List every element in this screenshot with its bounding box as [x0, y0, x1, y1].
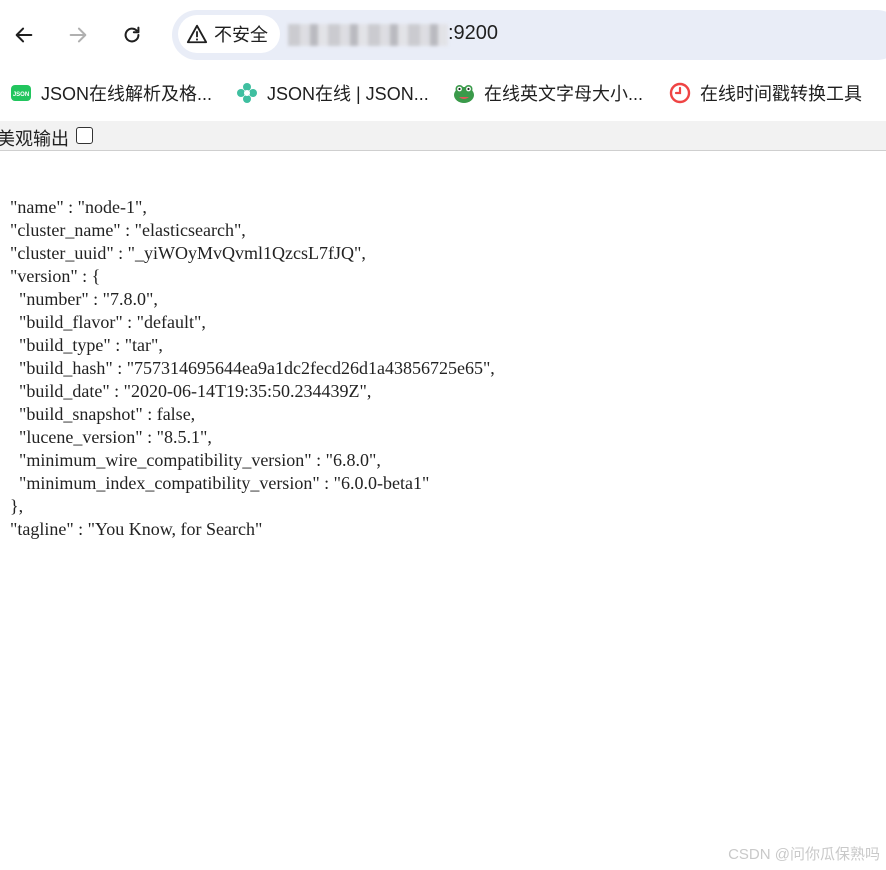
json-line: "build_hash" : "757314695644ea9a1dc2fecd… — [10, 358, 495, 378]
bookmark-label: JSON在线解析及格... — [41, 84, 213, 104]
svg-text:JSON: JSON — [13, 92, 29, 98]
json-line: "minimum_wire_compatibility_version" : "… — [10, 450, 381, 470]
json-line: "minimum_index_compatibility_version" : … — [10, 473, 430, 493]
forward-button[interactable] — [58, 15, 98, 55]
json-line: "cluster_uuid" : "_yiWOyMvQvml1QzcsL7fJQ… — [10, 243, 366, 263]
pretty-print-label: 美观输出 — [0, 129, 69, 149]
security-label: 不安全 — [214, 25, 268, 45]
bookmarks-bar: JSON JSON在线解析及格... JSON在线 | JSON... 在线英文… — [0, 68, 886, 118]
json-line: "build_flavor" : "default", — [10, 312, 206, 332]
bookmark-json-online[interactable]: JSON在线 | JSON... — [236, 78, 429, 108]
bookmark-json-parser[interactable]: JSON JSON在线解析及格... — [10, 78, 212, 108]
json-line: "build_snapshot" : false, — [10, 404, 196, 424]
bookmark-label: 在线时间戳转换工具 — [700, 84, 862, 104]
url-host-redacted — [288, 24, 448, 46]
json-line: "number" : "7.8.0", — [10, 289, 158, 309]
back-button[interactable] — [4, 15, 44, 55]
json-line: "version" : { — [10, 266, 101, 286]
pretty-print-checkbox[interactable] — [76, 127, 93, 144]
json-line: "name" : "node-1", — [10, 197, 147, 217]
back-arrow-icon — [15, 27, 33, 43]
security-indicator[interactable]: 不安全 — [178, 15, 280, 53]
forward-arrow-icon — [69, 27, 87, 43]
browser-toolbar: 不安全 :9200 — [0, 0, 886, 68]
json-green-icon: JSON — [11, 85, 31, 101]
pretty-print-bar: 美观输出 — [0, 121, 886, 151]
bookmark-label: 在线英文字母大小... — [484, 84, 644, 104]
bookmark-case-converter[interactable]: 在线英文字母大小... — [453, 78, 643, 108]
json-response-body: "name" : "node-1", "cluster_name" : "ela… — [10, 196, 495, 541]
reload-button[interactable] — [112, 15, 152, 55]
json-line: "build_type" : "tar", — [10, 335, 163, 355]
json-line: "cluster_name" : "elasticsearch", — [10, 220, 246, 240]
json-line: "build_date" : "2020-06-14T19:35:50.2344… — [10, 381, 372, 401]
flower-icon — [237, 83, 257, 103]
address-bar[interactable]: 不安全 :9200 — [172, 10, 886, 60]
json-line: }, — [10, 496, 24, 516]
bookmark-label: JSON在线 | JSON... — [267, 84, 429, 104]
clock-icon — [669, 82, 691, 104]
json-line: "tagline" : "You Know, for Search" — [10, 519, 263, 539]
reload-icon — [124, 26, 140, 43]
watermark: CSDN @问你瓜保熟吗 — [728, 846, 880, 863]
bookmark-timestamp-tool[interactable]: 在线时间戳转换工具 — [669, 78, 862, 108]
frog-icon — [454, 85, 474, 103]
json-line: "lucene_version" : "8.5.1", — [10, 427, 212, 447]
warning-triangle-icon — [186, 24, 208, 44]
url-port: :9200 — [448, 22, 499, 44]
